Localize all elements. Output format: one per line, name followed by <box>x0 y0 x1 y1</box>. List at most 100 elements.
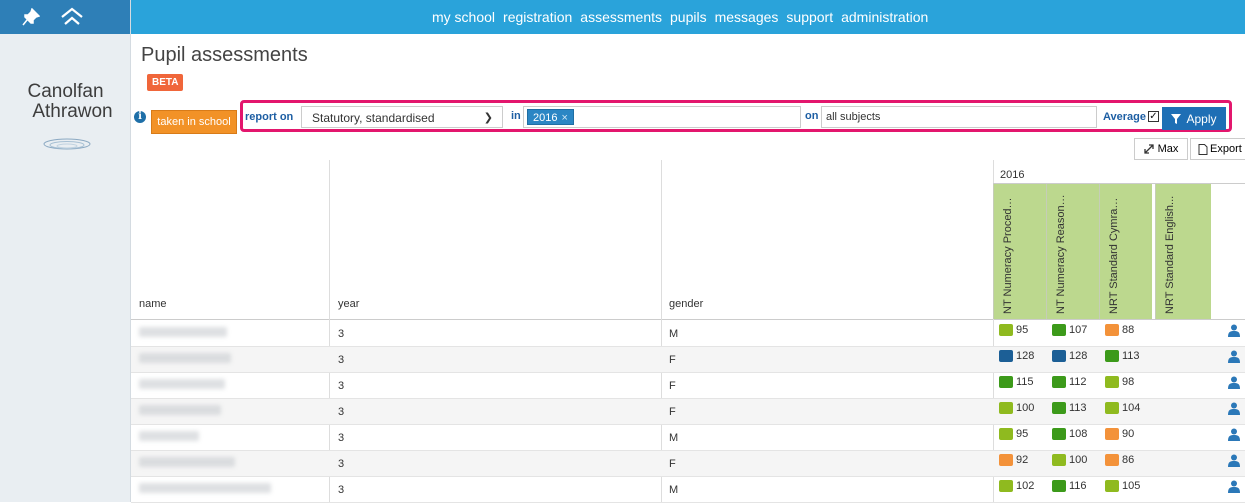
score-cell[interactable]: 86 <box>1105 454 1134 466</box>
pupil-profile-icon[interactable] <box>1228 350 1240 366</box>
score-cell[interactable]: 95 <box>999 324 1028 336</box>
home-icon[interactable] <box>60 7 84 27</box>
pin-icon[interactable] <box>22 8 40 26</box>
score-cell[interactable]: 116 <box>1052 480 1087 492</box>
subject-header-3[interactable]: NRT Standard Cymrae... <box>1099 184 1152 319</box>
subject-header-4[interactable]: NRT Standard English... <box>1155 184 1211 319</box>
score-cell[interactable]: 100 <box>1052 454 1087 466</box>
nav-administration[interactable]: administration <box>841 9 928 25</box>
nav-support[interactable]: support <box>786 9 833 25</box>
max-label: Max <box>1157 143 1179 155</box>
pupil-profile-icon[interactable] <box>1228 428 1240 444</box>
score-cell[interactable]: 104 <box>1105 402 1140 414</box>
subject-label-3: NRT Standard Cymrae... <box>1108 194 1120 314</box>
score-value: 95 <box>1016 324 1029 336</box>
nav-pupils[interactable]: pupils <box>670 9 707 25</box>
report-on-select[interactable]: Statutory, standardised ❯ <box>301 106 503 128</box>
year-cell: 3 <box>338 354 345 366</box>
remove-chip-icon[interactable]: × <box>561 112 567 124</box>
table-row[interactable]: 3 F 128 128 113 <box>131 347 1245 373</box>
pupil-profile-icon[interactable] <box>1228 376 1240 392</box>
pupil-name-redacted <box>139 483 271 493</box>
score-value: 98 <box>1122 376 1135 388</box>
nav-registration[interactable]: registration <box>503 9 572 25</box>
subject-header-2[interactable]: NT Numeracy Reasoni... <box>1046 184 1099 319</box>
nav-assessments[interactable]: assessments <box>580 9 662 25</box>
score-color-swatch <box>1052 428 1066 440</box>
apply-button[interactable]: Apply <box>1162 107 1226 130</box>
table-row[interactable]: 3 F 115 112 98 <box>131 373 1245 399</box>
table-row[interactable]: 3 F 92 100 86 <box>131 451 1245 477</box>
year-cell: 3 <box>338 432 345 444</box>
info-icon[interactable]: i <box>134 111 146 123</box>
score-cell[interactable]: 108 <box>1052 428 1087 440</box>
report-on-value: Statutory, standardised <box>312 111 435 125</box>
score-cell[interactable]: 95 <box>999 428 1028 440</box>
score-cell[interactable]: 128 <box>1052 350 1087 362</box>
nav-my-school[interactable]: my school <box>432 9 495 25</box>
score-cell[interactable]: 98 <box>1105 376 1134 388</box>
score-cell[interactable]: 107 <box>1052 324 1087 336</box>
report-on-label: report on <box>245 111 294 123</box>
score-value: 116 <box>1069 480 1087 492</box>
export-button[interactable]: Export <box>1190 138 1245 160</box>
score-cell[interactable]: 113 <box>1105 350 1140 362</box>
subject-header-1[interactable]: NT Numeracy Procedu... <box>993 184 1046 319</box>
beta-badge: BETA <box>147 74 184 91</box>
score-color-swatch <box>1105 324 1119 336</box>
taken-in-school-button[interactable]: taken in school <box>151 110 237 134</box>
score-value: 95 <box>1016 428 1029 440</box>
score-cell[interactable]: 128 <box>999 350 1034 362</box>
pupil-name-redacted <box>139 327 227 337</box>
score-cell[interactable]: 92 <box>999 454 1028 466</box>
score-cell[interactable]: 90 <box>1105 428 1134 440</box>
pupil-profile-icon[interactable] <box>1228 454 1240 470</box>
subjects-input[interactable]: all subjects <box>821 106 1097 128</box>
score-cell[interactable]: 100 <box>999 402 1034 414</box>
score-color-swatch <box>1052 350 1066 362</box>
year-group-header: 2016 <box>993 160 1245 184</box>
gender-cell: F <box>669 354 676 366</box>
export-label: Export <box>1210 143 1242 155</box>
year-multiselect[interactable]: 2016 × <box>523 106 801 128</box>
pupil-name-redacted <box>139 379 225 389</box>
brand-logo <box>42 136 92 157</box>
table-row[interactable]: 3 F 100 113 104 <box>131 399 1245 425</box>
subject-label-1: NT Numeracy Procedu... <box>1002 194 1014 314</box>
score-cell[interactable]: 105 <box>1105 480 1140 492</box>
average-checkbox[interactable]: ✓ <box>1148 111 1159 122</box>
score-cell[interactable]: 115 <box>999 376 1034 388</box>
column-header-gender[interactable]: gender <box>669 298 703 310</box>
pupil-profile-icon[interactable] <box>1228 480 1240 496</box>
filter-icon <box>1171 113 1182 124</box>
nav-messages[interactable]: messages <box>715 9 779 25</box>
score-cell[interactable]: 112 <box>1052 376 1087 388</box>
score-cell[interactable]: 113 <box>1052 402 1087 414</box>
score-color-swatch <box>999 350 1013 362</box>
year-chip[interactable]: 2016 × <box>527 109 574 125</box>
gender-cell: M <box>669 328 679 340</box>
table-row[interactable]: 3 M 95 107 88 <box>131 321 1245 347</box>
score-color-swatch <box>1105 402 1119 414</box>
column-header-year[interactable]: year <box>338 298 359 310</box>
subject-label-2: NT Numeracy Reasoni... <box>1055 194 1067 314</box>
pupil-profile-icon[interactable] <box>1228 402 1240 418</box>
column-header-name[interactable]: name <box>139 298 167 310</box>
top-nav: my school registration assessments pupil… <box>131 0 1245 34</box>
score-color-swatch <box>1105 350 1119 362</box>
table-row[interactable]: 3 M 95 108 90 <box>131 425 1245 451</box>
average-label: Average <box>1103 111 1147 123</box>
brand-name: Canolfan Athrawon <box>0 82 131 122</box>
pupil-profile-icon[interactable] <box>1228 324 1240 340</box>
assessment-table: name year gender 2016 NT Numeracy Proced… <box>131 160 1245 503</box>
table-row[interactable]: 3 M 102 116 105 <box>131 477 1245 503</box>
score-color-swatch <box>999 428 1013 440</box>
score-cell[interactable]: 102 <box>999 480 1034 492</box>
score-color-swatch <box>999 454 1013 466</box>
max-button[interactable]: Max <box>1134 138 1188 160</box>
year-chip-label: 2016 <box>533 112 558 124</box>
score-cell[interactable]: 88 <box>1105 324 1134 336</box>
score-color-swatch <box>1105 428 1119 440</box>
sidebar: Canolfan Athrawon <box>0 0 131 502</box>
score-value: 100 <box>1069 454 1088 466</box>
